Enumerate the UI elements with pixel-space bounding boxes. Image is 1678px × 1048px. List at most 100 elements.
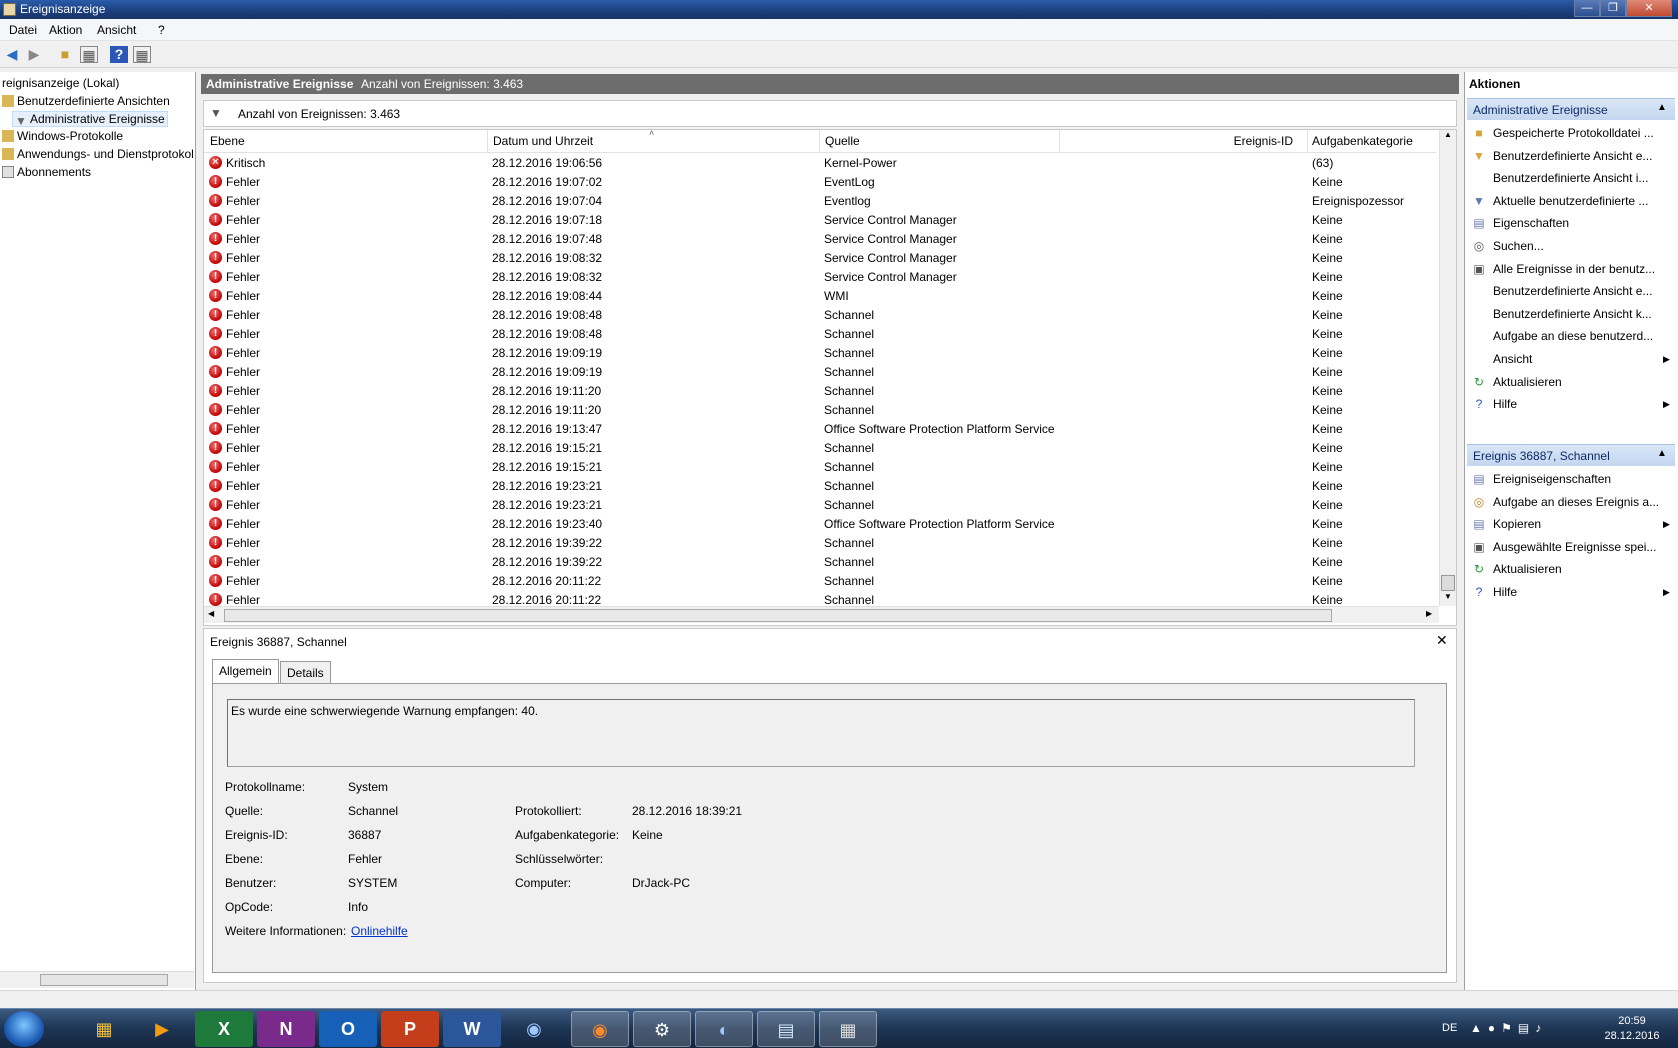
action-item[interactable]: Benutzerdefinierte Ansicht e... [1493,149,1652,163]
col-header-level[interactable]: Ebene [210,134,245,148]
table-row[interactable]: !Fehler28.12.2016 19:23:21Schannel36887K… [204,496,1436,515]
word-icon[interactable]: W [443,1011,501,1047]
action-item[interactable]: Aufgabe an dieses Ereignis a... [1493,495,1659,509]
table-row[interactable]: !Fehler28.12.2016 19:09:19Schannel36887K… [204,344,1436,363]
table-row[interactable]: !Fehler28.12.2016 19:11:20Schannel36887K… [204,401,1436,420]
action-item[interactable]: Benutzerdefinierte Ansicht i... [1493,171,1648,185]
collapse-icon[interactable]: ▲ [1657,448,1667,459]
action-item[interactable]: Ansicht [1493,352,1532,366]
powerpoint-icon[interactable]: P [381,1011,439,1047]
scroll-thumb[interactable] [1441,575,1455,591]
help-icon[interactable]: ? [110,46,128,63]
notepad-icon[interactable]: ▤ [757,1011,815,1047]
outlook-icon[interactable]: O [319,1011,377,1047]
table-row[interactable]: !Fehler28.12.2016 19:39:22Schannel36887K… [204,553,1436,572]
action-item[interactable]: Hilfe [1493,397,1517,411]
table-row[interactable]: ! Fehler 28.12.2016 19:07:18 Service Contro… [204,211,1436,230]
col-header-source[interactable]: Quelle [825,134,860,148]
table-row[interactable]: !Fehler28.12.2016 19:08:48Schannel36887K… [204,325,1436,344]
forward-arrow-icon[interactable]: ▶ [25,46,43,63]
action-item[interactable]: Aufgabe an diese benutzerd... [1493,329,1653,343]
table-row[interactable]: ✕ Kritisch 28.12.2016 19:06:56 Kernel-Power… [204,154,1436,173]
col-header-date[interactable]: Datum und Uhrzeit [493,134,593,148]
table-row[interactable]: ! Fehler 28.12.2016 19:08:32 Service Contro… [204,268,1436,287]
scroll-up-icon[interactable]: ▲ [1444,130,1452,139]
steam-icon[interactable]: ⚙ [633,1011,691,1047]
show-tree-icon[interactable]: ▦ [80,46,98,63]
start-button[interactable] [4,1011,44,1047]
action-item[interactable]: Eigenschaften [1493,216,1569,230]
table-horizontal-scrollbar[interactable]: ◀ ▶ [204,606,1439,623]
tree-custom-views[interactable]: Benutzerdefinierte Ansichten [2,94,170,108]
actions-section-event[interactable]: Ereignis 36887, Schannel ▲ [1467,444,1675,466]
table-row[interactable]: !Fehler28.12.2016 20:11:22Schannel36887K… [204,572,1436,591]
action-item[interactable]: Alle Ereignisse in der benutz... [1493,262,1655,276]
online-help-link[interactable]: Onlinehilfe [351,924,408,938]
menu-aktion[interactable]: Aktion [49,23,82,37]
table-row[interactable]: !Fehler28.12.2016 19:07:04Eventlog1101Er… [204,192,1436,211]
col-header-task-category[interactable]: Aufgabenkategorie [1312,134,1413,148]
tab-general[interactable]: Allgemein [212,659,279,683]
scroll-left-icon[interactable]: ◀ [208,609,214,618]
table-row[interactable]: !Fehler28.12.2016 19:08:48Schannel36887K… [204,306,1436,325]
action-item[interactable]: Aktualisieren [1493,375,1562,389]
actions-section-admin-events[interactable]: Administrative Ereignisse ▲ [1467,98,1675,120]
onenote-icon[interactable]: N [257,1011,315,1047]
table-row[interactable]: !Fehler28.12.2016 19:11:20Schannel36887K… [204,382,1436,401]
action-item[interactable]: Gespeicherte Protokolldatei ... [1493,126,1654,140]
app-icon[interactable]: ◐ [695,1011,753,1047]
action-item[interactable]: Hilfe [1493,585,1517,599]
maximize-button[interactable]: ❐ [1600,0,1626,17]
show-action-pane-icon[interactable]: ▦ [133,46,151,63]
tree-subscriptions[interactable]: Abonnements [2,165,91,179]
table-row[interactable]: ! Fehler 28.12.2016 19:08:32 Service Contro… [204,249,1436,268]
event-viewer-taskbar-icon[interactable]: ▦ [819,1011,877,1047]
back-arrow-icon[interactable]: ◀ [3,46,21,63]
action-item[interactable]: Suchen... [1493,239,1544,253]
collapse-icon[interactable]: ▲ [1657,102,1667,113]
scroll-down-icon[interactable]: ▼ [1444,592,1452,601]
tree-windows-logs[interactable]: Windows-Protokolle [2,129,123,143]
tree-root[interactable]: reignisanzeige (Lokal) [2,76,119,90]
table-row[interactable]: !Fehler28.12.2016 19:23:21Schannel36887K… [204,477,1436,496]
explorer-icon[interactable]: ▦ [75,1011,133,1047]
table-row[interactable]: !Fehler28.12.2016 19:39:22Schannel36887K… [204,534,1436,553]
table-row[interactable]: ! Fehler 28.12.2016 19:23:40 Office Softwar… [204,515,1436,534]
table-row[interactable]: !Fehler28.12.2016 19:15:21Schannel36887K… [204,439,1436,458]
action-item[interactable]: Ereigniseigenschaften [1493,472,1611,486]
menu-datei[interactable]: Datei [9,23,37,37]
scroll-thumb[interactable] [40,974,168,986]
menu-help[interactable]: ? [158,23,165,37]
action-item[interactable]: Aktuelle benutzerdefinierte ... [1493,194,1648,208]
table-row[interactable]: !Fehler28.12.2016 19:09:19Schannel36887K… [204,363,1436,382]
menu-ansicht[interactable]: Ansicht [97,23,136,37]
event-message-box[interactable]: Es wurde eine schwerwiegende Warnung emp… [227,699,1415,767]
action-item[interactable]: Aktualisieren [1493,562,1562,576]
action-item[interactable]: Benutzerdefinierte Ansicht e... [1493,284,1652,298]
table-row[interactable]: ! Fehler 28.12.2016 19:13:47 Office Softwar… [204,420,1436,439]
col-header-event-id[interactable]: Ereignis-ID [1189,134,1293,148]
tab-details[interactable]: Details [280,661,331,683]
network-icon[interactable]: ◉ [505,1011,563,1047]
table-row[interactable]: !Fehler28.12.2016 19:08:44WMI10Keine [204,287,1436,306]
firefox-icon[interactable]: ◉ [571,1011,629,1047]
action-item[interactable]: Benutzerdefinierte Ansicht k... [1493,307,1652,321]
action-item[interactable]: Ausgewählte Ereignisse spei... [1493,540,1656,554]
action-item[interactable]: Kopieren [1493,517,1541,531]
table-row[interactable]: !Fehler28.12.2016 19:07:02EventLog6008Ke… [204,173,1436,192]
language-indicator[interactable]: DE [1442,1022,1457,1034]
close-button[interactable]: ✕ [1626,0,1672,17]
table-row[interactable]: ! Fehler 28.12.2016 19:07:48 Service Contro… [204,230,1436,249]
tree-admin-events[interactable]: ▼ Administrative Ereignisse [12,111,168,128]
media-player-icon[interactable]: ▶ [133,1011,191,1047]
close-detail-icon[interactable]: ✕ [1436,632,1448,649]
tree-horizontal-scrollbar[interactable] [0,971,194,988]
table-row[interactable]: !Fehler28.12.2016 19:15:21Schannel36887K… [204,458,1436,477]
scroll-right-icon[interactable]: ▶ [1426,609,1432,618]
clock[interactable]: 20:59 28.12.2016 [1596,1014,1668,1044]
scroll-thumb[interactable] [224,609,1332,622]
minimize-button[interactable]: — [1574,0,1600,17]
folder-up-icon[interactable]: ■ [56,46,74,63]
excel-icon[interactable]: X [195,1011,253,1047]
tray-icons[interactable]: ▲●⚑▤♪ [1470,1021,1547,1035]
